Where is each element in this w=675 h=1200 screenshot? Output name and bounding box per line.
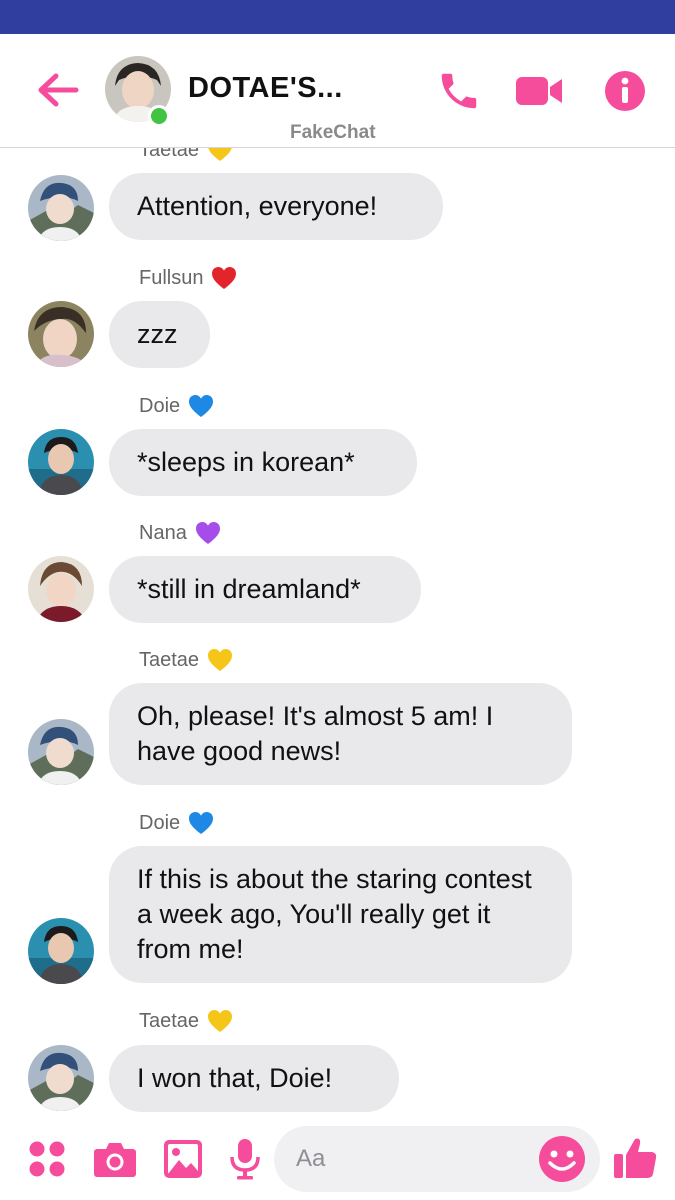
message-sender: Doie [139, 394, 214, 418]
apps-grid-icon[interactable] [24, 1136, 70, 1182]
heart-icon [211, 266, 237, 290]
avatar-taetae[interactable] [28, 1045, 94, 1111]
message-bubble[interactable]: I won that, Doie! [109, 1045, 399, 1112]
avatar-taetae[interactable] [28, 175, 94, 241]
info-icon[interactable] [600, 66, 650, 116]
message-bubble[interactable]: Attention, everyone! [109, 173, 443, 240]
avatar-doie[interactable] [28, 429, 94, 495]
camera-icon[interactable] [92, 1136, 138, 1182]
heart-icon [207, 148, 233, 162]
message-sender: Fullsun [139, 266, 237, 290]
heart-icon [195, 521, 221, 545]
heart-icon [188, 811, 214, 835]
phone-icon[interactable] [434, 66, 484, 116]
avatar-doie[interactable] [28, 918, 94, 984]
message-sender: Taetae [139, 648, 233, 672]
message-bubble[interactable]: If this is about the staring contest a w… [109, 846, 572, 983]
message-input-placeholder: Aa [296, 1145, 326, 1172]
image-icon[interactable] [160, 1136, 206, 1182]
message-input[interactable]: Aa [274, 1126, 600, 1192]
heart-icon [188, 394, 214, 418]
avatar-taetae[interactable] [28, 719, 94, 785]
message-bubble[interactable]: Oh, please! It's almost 5 am! I have goo… [109, 683, 572, 785]
status-bar [0, 0, 675, 34]
message-sender: Taetae [139, 1009, 233, 1033]
online-status-dot [148, 105, 170, 127]
emoji-icon[interactable] [538, 1135, 586, 1183]
avatar-nana[interactable] [28, 556, 94, 622]
heart-icon [207, 1009, 233, 1033]
back-arrow-icon[interactable] [34, 70, 82, 110]
avatar-fullsun[interactable] [28, 301, 94, 367]
app-subtitle: FakeChat [290, 122, 376, 143]
thumbs-up-icon[interactable] [612, 1134, 658, 1180]
chat-header: DOTAE'S... FakeChat [0, 34, 675, 148]
composer-bar: Aa [0, 1118, 675, 1200]
message-bubble[interactable]: *sleeps in korean* [109, 429, 417, 496]
heart-icon [207, 648, 233, 672]
video-camera-icon[interactable] [514, 66, 564, 116]
message-bubble[interactable]: zzz [109, 301, 210, 368]
microphone-icon[interactable] [222, 1136, 268, 1182]
chat-title[interactable]: DOTAE'S... [188, 72, 343, 105]
message-sender: Doie [139, 811, 214, 835]
message-list[interactable]: Taetae Attention, everyone! Fullsun zzz … [0, 148, 675, 1118]
message-bubble[interactable]: *still in dreamland* [109, 556, 421, 623]
message-sender: Nana [139, 521, 221, 545]
message-sender: Taetae [139, 148, 233, 162]
